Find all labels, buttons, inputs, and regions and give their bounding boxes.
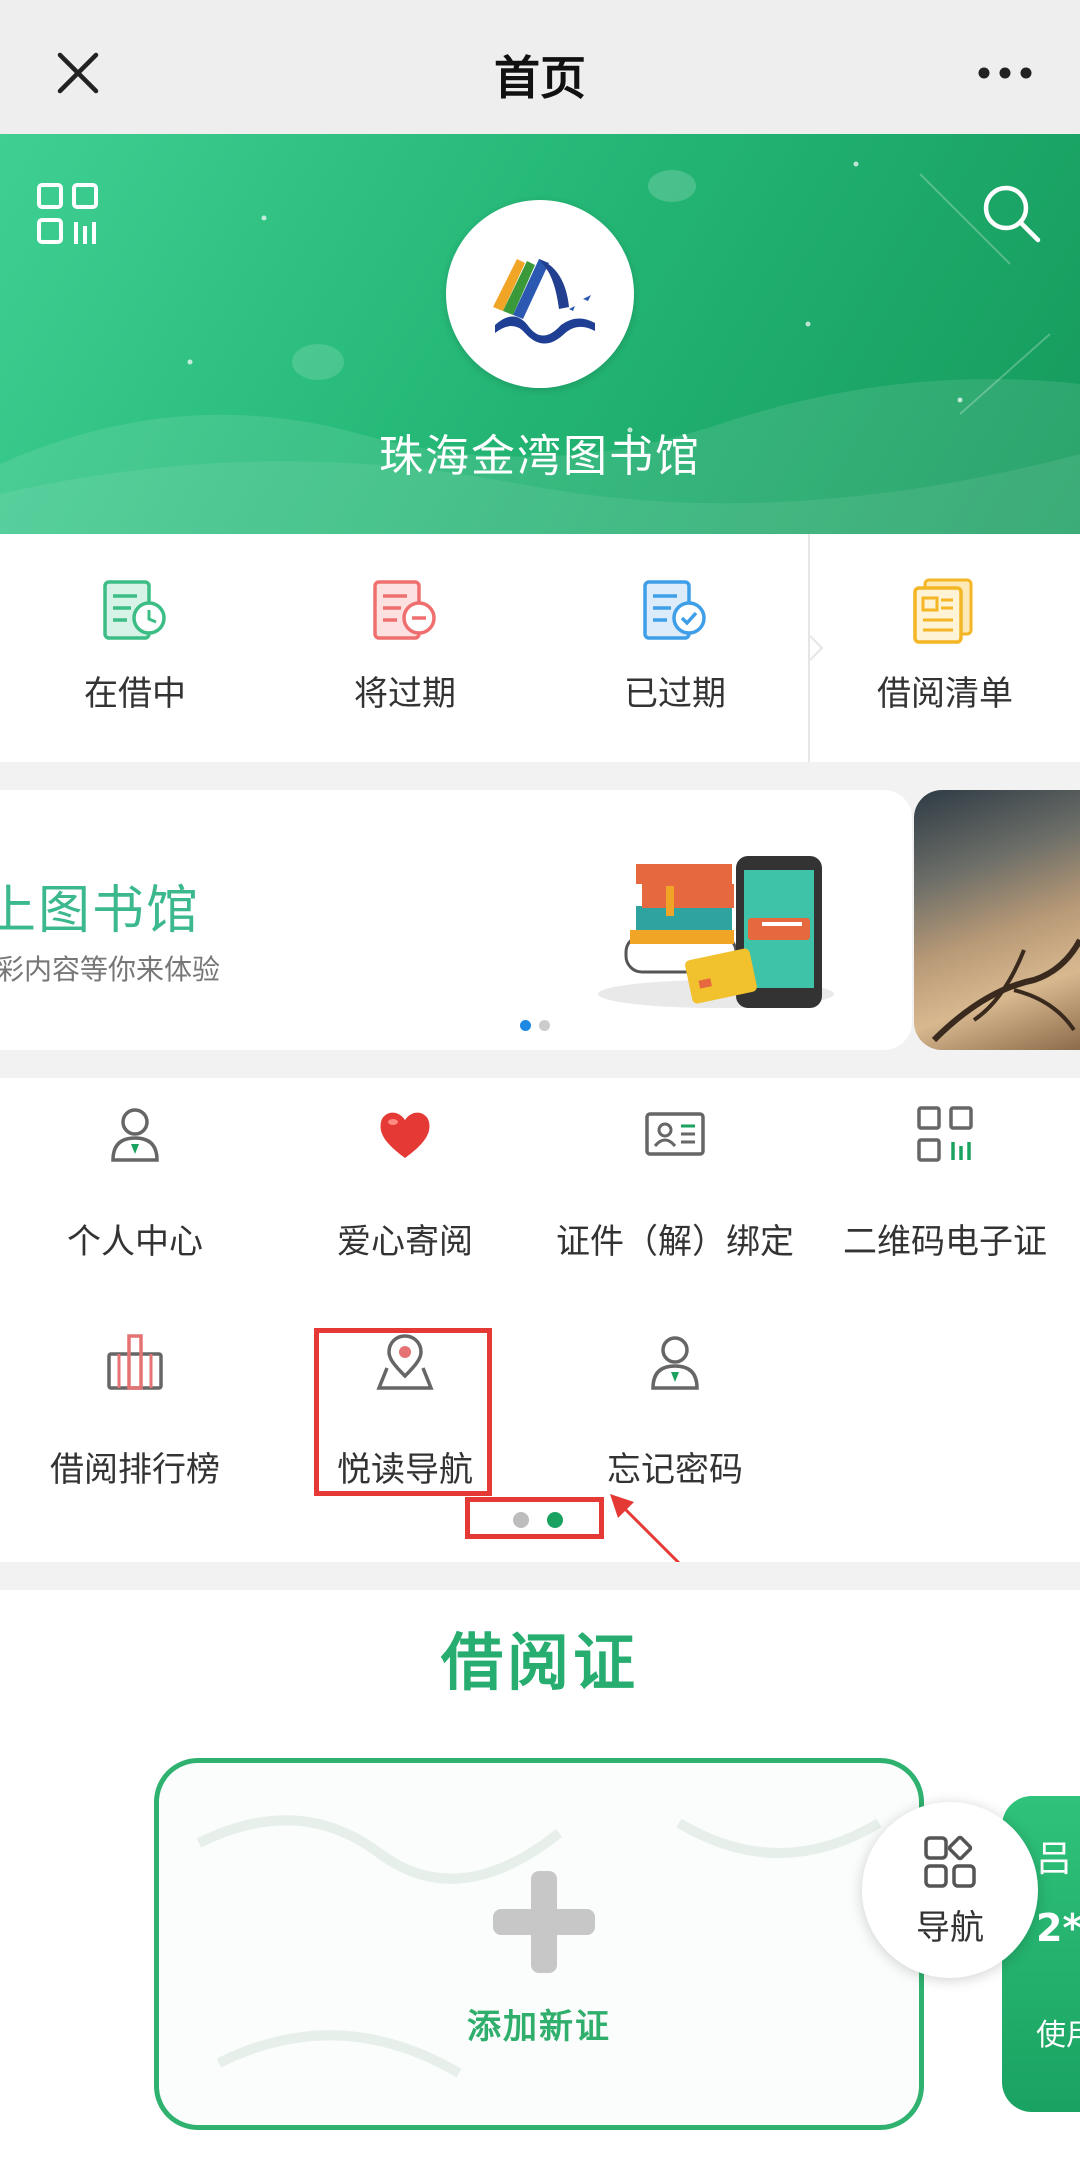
function-label: 证件（解）绑定 bbox=[556, 1222, 794, 1262]
function-personal-center[interactable]: 个人中心 bbox=[0, 1078, 270, 1288]
function-label: 忘记密码 bbox=[607, 1450, 743, 1490]
card-use-label: 使用 bbox=[1036, 2018, 1080, 2053]
ranking-icon bbox=[107, 1334, 163, 1390]
user-icon bbox=[111, 1108, 159, 1162]
banner-slide-current[interactable]: 上图书馆 彩内容等你来体验 bbox=[0, 790, 912, 1050]
card-holder-name: 吕 bbox=[1036, 1839, 1073, 1880]
borrowing-clock-icon bbox=[103, 580, 166, 640]
expiring-minus-icon bbox=[373, 580, 436, 640]
function-grid: 个人中心 爱心寄阅 证件（解）绑定 二维码电子证 借阅排行榜 悦读导航 忘记密码 bbox=[0, 1078, 1080, 1562]
function-charity-mail[interactable]: 爱心寄阅 bbox=[270, 1078, 540, 1288]
apps-grid-icon bbox=[924, 1835, 976, 1888]
status-borrow-list[interactable]: 借阅清单 bbox=[810, 534, 1080, 762]
section-gap bbox=[0, 1562, 1080, 1590]
library-logo-icon bbox=[493, 259, 595, 344]
banner-carousel: 上图书馆 彩内容等你来体验 bbox=[0, 788, 1080, 1078]
borrow-status-row: 在借中 将过期 已过期 借阅清单 bbox=[0, 534, 1080, 762]
books-phone-illustration bbox=[598, 856, 834, 1008]
user-key-icon bbox=[651, 1336, 699, 1390]
status-borrowing[interactable]: 在借中 bbox=[0, 534, 270, 762]
status-borrow-list-label: 借阅清单 bbox=[877, 674, 1013, 714]
status-expiring-label: 将过期 bbox=[354, 674, 456, 714]
navigation-fab[interactable]: 导航 bbox=[862, 1802, 1038, 1978]
add-new-card-label: 添加新证 bbox=[467, 2007, 611, 2047]
status-overdue[interactable]: 已过期 bbox=[540, 534, 810, 762]
highlight-annotation-box bbox=[314, 1328, 492, 1496]
status-borrowing-label: 在借中 bbox=[84, 674, 186, 714]
banner-slide-next[interactable] bbox=[914, 790, 1080, 1050]
id-card-icon bbox=[645, 1112, 705, 1156]
function-label: 二维码电子证 bbox=[843, 1222, 1047, 1262]
qr-code-icon bbox=[917, 1106, 973, 1162]
banner-title: 上图书馆 bbox=[0, 881, 201, 941]
function-grid-pagination bbox=[513, 1512, 563, 1528]
function-ranking[interactable]: 借阅排行榜 bbox=[0, 1306, 270, 1516]
banner-dot[interactable] bbox=[539, 1020, 550, 1031]
page-title: 首页 bbox=[494, 51, 586, 105]
library-hero: 珠海金湾图书馆 bbox=[0, 134, 1080, 534]
function-card-binding[interactable]: 证件（解）绑定 bbox=[540, 1078, 810, 1288]
banner-subtitle: 彩内容等你来体验 bbox=[0, 953, 221, 986]
library-name: 珠海金湾图书馆 bbox=[379, 431, 701, 482]
banner-dot-active[interactable] bbox=[520, 1020, 531, 1031]
library-card-section: 借阅证 添加新证 吕 2* 使用 导航 bbox=[0, 1590, 1080, 2169]
search-icon bbox=[983, 185, 1041, 243]
scan-button[interactable] bbox=[36, 182, 102, 248]
borrow-list-icon bbox=[913, 578, 973, 644]
grid-page-dot-active[interactable] bbox=[547, 1512, 563, 1528]
more-icon bbox=[978, 67, 1032, 79]
function-label: 爱心寄阅 bbox=[337, 1222, 473, 1262]
card-section-title: 借阅证 bbox=[440, 1626, 639, 1699]
function-forgot-password[interactable]: 忘记密码 bbox=[540, 1306, 810, 1516]
search-button[interactable] bbox=[978, 180, 1046, 248]
overdue-check-icon bbox=[643, 580, 706, 640]
function-label: 借阅排行榜 bbox=[50, 1450, 220, 1490]
section-gap bbox=[0, 762, 1080, 788]
status-expiring[interactable]: 将过期 bbox=[270, 534, 540, 762]
card-number-partial: 2* bbox=[1036, 1906, 1080, 1950]
banner-pagination bbox=[520, 1020, 550, 1031]
driftwood-photo bbox=[931, 938, 1080, 1043]
function-qr-card[interactable]: 二维码电子证 bbox=[810, 1078, 1080, 1288]
scan-icon bbox=[37, 183, 98, 244]
heart-icon bbox=[380, 1112, 430, 1158]
status-overdue-label: 已过期 bbox=[624, 674, 726, 714]
plus-icon bbox=[493, 1871, 595, 1973]
function-label: 个人中心 bbox=[67, 1222, 203, 1262]
more-button[interactable] bbox=[960, 40, 1050, 106]
add-new-card-button[interactable]: 添加新证 bbox=[154, 1758, 924, 2130]
library-logo bbox=[446, 200, 634, 388]
title-bar: 首页 bbox=[0, 0, 1080, 134]
grid-page-dot[interactable] bbox=[513, 1512, 529, 1528]
navigation-fab-label: 导航 bbox=[916, 1908, 984, 1948]
